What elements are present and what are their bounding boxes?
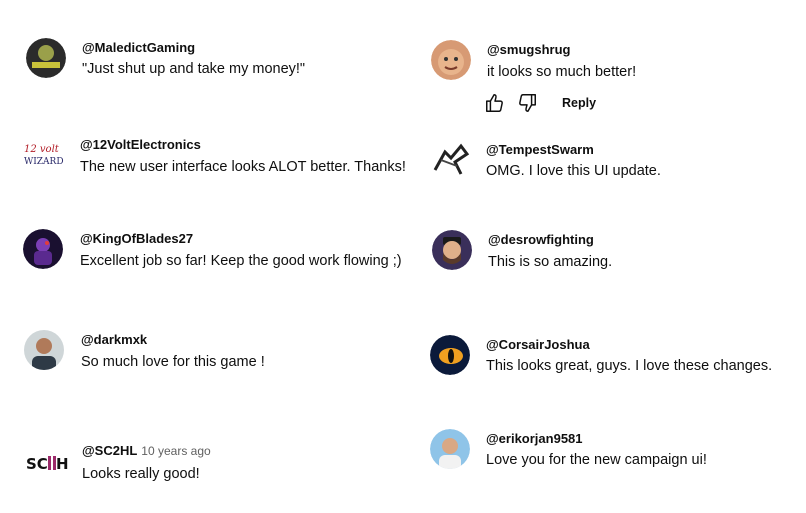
- avatar[interactable]: [431, 140, 471, 180]
- avatar[interactable]: [26, 38, 66, 78]
- reply-button[interactable]: Reply: [562, 96, 596, 110]
- comment-text: Love you for the new campaign ui!: [486, 452, 707, 468]
- thumbs-up-icon[interactable]: [484, 92, 506, 114]
- comment-timestamp[interactable]: 10 years ago: [141, 444, 210, 458]
- comment-text: OMG. I love this UI update.: [486, 163, 661, 179]
- comment-author[interactable]: @12VoltElectronics: [80, 137, 201, 152]
- thumbs-down-icon[interactable]: [516, 92, 538, 114]
- comment-text: it looks so much better!: [487, 64, 637, 80]
- svg-text:HL: HL: [56, 455, 68, 473]
- avatar[interactable]: [431, 40, 471, 80]
- avatar[interactable]: SC HL: [24, 448, 68, 478]
- comment-text: This looks great, guys. I love these cha…: [486, 358, 773, 374]
- avatar[interactable]: [432, 230, 472, 270]
- svg-text:SC: SC: [26, 455, 48, 473]
- comment-author[interactable]: @darkmxk: [81, 332, 147, 347]
- avatar[interactable]: 12 volt WIZARD: [22, 140, 66, 170]
- comment-text: Looks really good!: [82, 466, 200, 482]
- comment-author[interactable]: @erikorjan9581: [486, 431, 583, 446]
- comment-actions: Reply: [484, 92, 596, 114]
- comment-text: So much love for this game !: [81, 354, 265, 370]
- comment-text: This is so amazing.: [488, 254, 613, 270]
- comment-author[interactable]: @KingOfBlades27: [80, 231, 193, 246]
- logo-text: 12 volt: [24, 144, 60, 155]
- svg-text:WIZARD: WIZARD: [24, 157, 64, 167]
- comment-text: Excellent job so far! Keep the good work…: [80, 253, 402, 269]
- comment-text: The new user interface looks ALOT better…: [80, 159, 406, 175]
- avatar[interactable]: [23, 229, 63, 269]
- comment-author[interactable]: @TempestSwarm: [486, 142, 594, 157]
- avatar[interactable]: [430, 335, 470, 375]
- comment-author[interactable]: @MaledictGaming: [82, 40, 195, 55]
- comment-author[interactable]: @desrowfighting: [488, 232, 594, 247]
- avatar[interactable]: [24, 330, 64, 370]
- comment-text: "Just shut up and take my money!": [82, 61, 306, 77]
- comment-author[interactable]: @smugshrug: [487, 42, 570, 57]
- avatar[interactable]: [430, 429, 470, 469]
- comment-author[interactable]: @SC2HL: [82, 443, 137, 458]
- comment-author[interactable]: @CorsairJoshua: [486, 337, 590, 352]
